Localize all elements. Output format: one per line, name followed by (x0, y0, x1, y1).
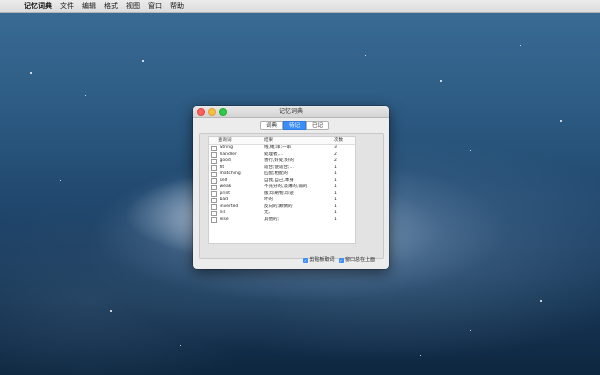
dictionary-window: 记忆词典 词典 待记 已记 查询词 结果 次数 String 线,绳;串;一串 3 h… (193, 106, 389, 269)
menu-app[interactable]: 记忆词典 (20, 0, 56, 12)
star (85, 95, 86, 96)
table-body: String 线,绳;串;一串 3 handler 处理者,... 2 good 善行,好处;… (209, 145, 355, 223)
row-checkbox[interactable] (211, 204, 217, 210)
checkmark-icon: ✓ (303, 258, 308, 263)
word-table: 查询词 结果 次数 String 线,绳;串;一串 3 handler 处理者,... 2… (208, 136, 356, 244)
row-checkbox[interactable] (211, 178, 217, 184)
row-checkbox[interactable] (211, 158, 217, 164)
table-row[interactable]: else 其他的; 1 (209, 217, 355, 224)
star (470, 330, 471, 331)
tab-memorized[interactable]: 已记 (306, 121, 330, 130)
star (470, 150, 471, 151)
menu-window[interactable]: 窗口 (144, 0, 166, 12)
star (540, 300, 542, 302)
row-checkbox[interactable] (211, 171, 217, 177)
options-bar: ✓ 剪贴板取词 ✓ 窗口总在上面 (303, 257, 375, 264)
star (420, 355, 421, 356)
star (142, 60, 144, 62)
minimize-button[interactable] (208, 108, 216, 116)
row-checkbox[interactable] (211, 145, 217, 151)
table-header: 查询词 结果 次数 (209, 137, 355, 145)
zoom-button[interactable] (219, 108, 227, 116)
word-cell: else (219, 216, 229, 222)
column-header-word[interactable]: 查询词 (209, 137, 264, 144)
result-cell: 其他的; (264, 216, 280, 222)
row-checkbox[interactable] (211, 217, 217, 223)
menu-bar: 记忆词典 文件 编辑 格式 视图 窗口 帮助 (0, 0, 600, 13)
close-button[interactable] (197, 108, 205, 116)
column-header-count[interactable]: 次数 (334, 137, 355, 144)
star (30, 72, 32, 74)
menu-format[interactable]: 格式 (100, 0, 122, 12)
tab-panel: 查询词 结果 次数 String 线,绳;串;一串 3 handler 处理者,... 2… (199, 133, 384, 259)
checkbox-label: 剪贴板取词 (309, 257, 335, 263)
star (440, 80, 442, 82)
row-checkbox[interactable] (211, 197, 217, 203)
menu-edit[interactable]: 编辑 (78, 0, 100, 12)
star (60, 180, 61, 181)
menu-help[interactable]: 帮助 (166, 0, 188, 12)
star (110, 310, 112, 312)
row-checkbox[interactable] (211, 210, 217, 216)
always-on-top-checkbox[interactable]: ✓ 窗口总在上面 (338, 257, 376, 264)
row-checkbox[interactable] (211, 184, 217, 190)
star (560, 120, 562, 122)
tab-to-memorize[interactable]: 待记 (283, 121, 307, 130)
menu-view[interactable]: 视图 (122, 0, 144, 12)
window-titlebar[interactable]: 记忆词典 (193, 106, 389, 118)
checkbox-label: 窗口总在上面 (345, 257, 376, 263)
row-checkbox[interactable] (211, 152, 217, 158)
checkmark-icon: ✓ (338, 258, 344, 263)
row-checkbox[interactable] (211, 165, 217, 171)
tab-dictionary[interactable]: 词典 (260, 121, 284, 130)
clipboard-lookup-checkbox[interactable]: ✓ 剪贴板取词 (303, 257, 335, 264)
count-cell: 1 (334, 216, 337, 222)
star (365, 55, 366, 56)
row-checkbox[interactable] (211, 191, 217, 197)
tab-bar: 词典 待记 已记 (260, 121, 330, 130)
column-header-result[interactable]: 结果 (264, 137, 334, 144)
star (180, 345, 181, 346)
star (520, 45, 521, 46)
menu-file[interactable]: 文件 (56, 0, 78, 12)
